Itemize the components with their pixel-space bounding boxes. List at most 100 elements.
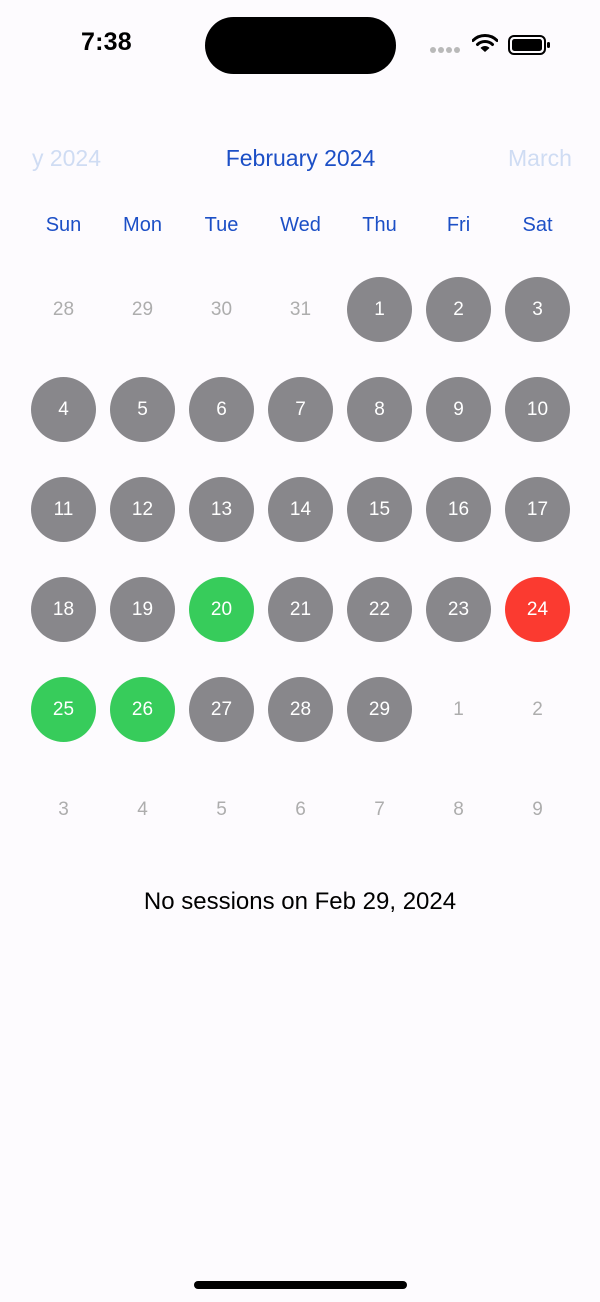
calendar-day-outside-month[interactable]: 6 — [261, 759, 340, 859]
calendar-day[interactable]: 6 — [182, 359, 261, 459]
day-number: 14 — [268, 477, 333, 542]
day-number: 7 — [374, 798, 385, 820]
day-number: 28 — [52, 298, 75, 320]
battery-icon — [508, 35, 550, 55]
day-number: 5 — [110, 377, 175, 442]
calendar-day[interactable]: 26 — [103, 659, 182, 759]
calendar-day[interactable]: 21 — [261, 559, 340, 659]
session-status-message: No sessions on Feb 29, 2024 — [143, 888, 457, 915]
day-number: 27 — [189, 677, 254, 742]
calendar-day[interactable]: 25 — [24, 659, 103, 759]
weekday-label: Tue — [204, 214, 239, 236]
day-number: 31 — [289, 298, 312, 320]
calendar-day-outside-month[interactable]: 7 — [340, 759, 419, 859]
calendar-day-outside-month[interactable]: 1 — [419, 659, 498, 759]
next-month-label[interactable]: March — [508, 145, 572, 172]
calendar-day[interactable]: 29 — [340, 659, 419, 759]
calendar-day[interactable]: 19 — [103, 559, 182, 659]
dynamic-island — [205, 17, 396, 74]
day-number: 3 — [58, 798, 69, 820]
weekday-label: Sun — [45, 214, 82, 236]
calendar-day[interactable]: 23 — [419, 559, 498, 659]
cellular-signal-icon — [430, 47, 462, 53]
day-number: 6 — [189, 377, 254, 442]
calendar-day-outside-month[interactable]: 5 — [182, 759, 261, 859]
day-number: 1 — [347, 277, 412, 342]
day-number: 9 — [532, 798, 543, 820]
calendar-day[interactable]: 28 — [261, 659, 340, 759]
day-number: 6 — [295, 798, 306, 820]
calendar-day-outside-month[interactable]: 4 — [103, 759, 182, 859]
day-number: 15 — [347, 477, 412, 542]
calendar-day[interactable]: 5 — [103, 359, 182, 459]
day-number: 2 — [426, 277, 491, 342]
day-number: 29 — [347, 677, 412, 742]
day-number: 28 — [268, 677, 333, 742]
calendar-day[interactable]: 18 — [24, 559, 103, 659]
calendar-day-outside-month[interactable]: 3 — [24, 759, 103, 859]
status-time: 7:38 — [81, 28, 132, 56]
calendar-day-outside-month[interactable]: 2 — [498, 659, 577, 759]
day-number: 11 — [31, 477, 96, 542]
calendar-day[interactable]: 20 — [182, 559, 261, 659]
day-number: 17 — [505, 477, 570, 542]
day-number: 4 — [137, 798, 148, 820]
day-number: 26 — [110, 677, 175, 742]
month-pager[interactable]: y 2024 February 2024 March — [24, 140, 577, 180]
calendar-day[interactable]: 12 — [103, 459, 182, 559]
day-number: 30 — [210, 298, 233, 320]
calendar-day[interactable]: 17 — [498, 459, 577, 559]
calendar-day[interactable]: 4 — [24, 359, 103, 459]
day-number: 25 — [31, 677, 96, 742]
day-number: 22 — [347, 577, 412, 642]
calendar-day[interactable]: 22 — [340, 559, 419, 659]
day-number: 3 — [505, 277, 570, 342]
weekday-label: Wed — [280, 214, 321, 236]
calendar-day[interactable]: 11 — [24, 459, 103, 559]
calendar-day-outside-month[interactable]: 31 — [261, 259, 340, 359]
weekday-label: Thu — [362, 214, 397, 236]
calendar-day[interactable]: 16 — [419, 459, 498, 559]
calendar-day[interactable]: 10 — [498, 359, 577, 459]
day-number: 29 — [131, 298, 154, 320]
current-month-title: February 2024 — [225, 145, 376, 171]
weekday-header: Sun Mon Tue Wed Thu Fri Sat — [24, 214, 577, 244]
calendar-day[interactable]: 3 — [498, 259, 577, 359]
wifi-icon — [472, 34, 498, 52]
day-number: 5 — [216, 798, 227, 820]
day-number: 2 — [532, 698, 543, 720]
calendar-day[interactable]: 24 — [498, 559, 577, 659]
calendar-day-outside-month[interactable]: 28 — [24, 259, 103, 359]
calendar-day[interactable]: 1 — [340, 259, 419, 359]
calendar-day-outside-month[interactable]: 8 — [419, 759, 498, 859]
calendar-day-outside-month[interactable]: 30 — [182, 259, 261, 359]
day-number: 19 — [110, 577, 175, 642]
day-number: 8 — [347, 377, 412, 442]
calendar-day-outside-month[interactable]: 29 — [103, 259, 182, 359]
calendar-day[interactable]: 14 — [261, 459, 340, 559]
calendar-day[interactable]: 8 — [340, 359, 419, 459]
calendar-day[interactable]: 13 — [182, 459, 261, 559]
day-number: 20 — [189, 577, 254, 642]
day-number: 16 — [426, 477, 491, 542]
day-number: 12 — [110, 477, 175, 542]
calendar-day[interactable]: 27 — [182, 659, 261, 759]
calendar-day[interactable]: 7 — [261, 359, 340, 459]
day-number: 24 — [505, 577, 570, 642]
calendar-day[interactable]: 2 — [419, 259, 498, 359]
calendar-grid: 28 29 30 31 1 2 3 4 5 6 7 8 9 10 11 12 13 14 15 16 17 18 19 20 2… — [24, 259, 577, 859]
day-number: 13 — [189, 477, 254, 542]
day-number: 23 — [426, 577, 491, 642]
day-number: 18 — [31, 577, 96, 642]
weekday-label: Sat — [522, 214, 553, 236]
day-number: 10 — [505, 377, 570, 442]
day-number: 7 — [268, 377, 333, 442]
calendar-day[interactable]: 15 — [340, 459, 419, 559]
day-number: 8 — [453, 798, 464, 820]
home-indicator[interactable] — [194, 1281, 407, 1289]
weekday-label: Fri — [446, 214, 471, 236]
day-number: 1 — [453, 698, 464, 720]
day-number: 21 — [268, 577, 333, 642]
calendar-day[interactable]: 9 — [419, 359, 498, 459]
calendar-day-outside-month[interactable]: 9 — [498, 759, 577, 859]
